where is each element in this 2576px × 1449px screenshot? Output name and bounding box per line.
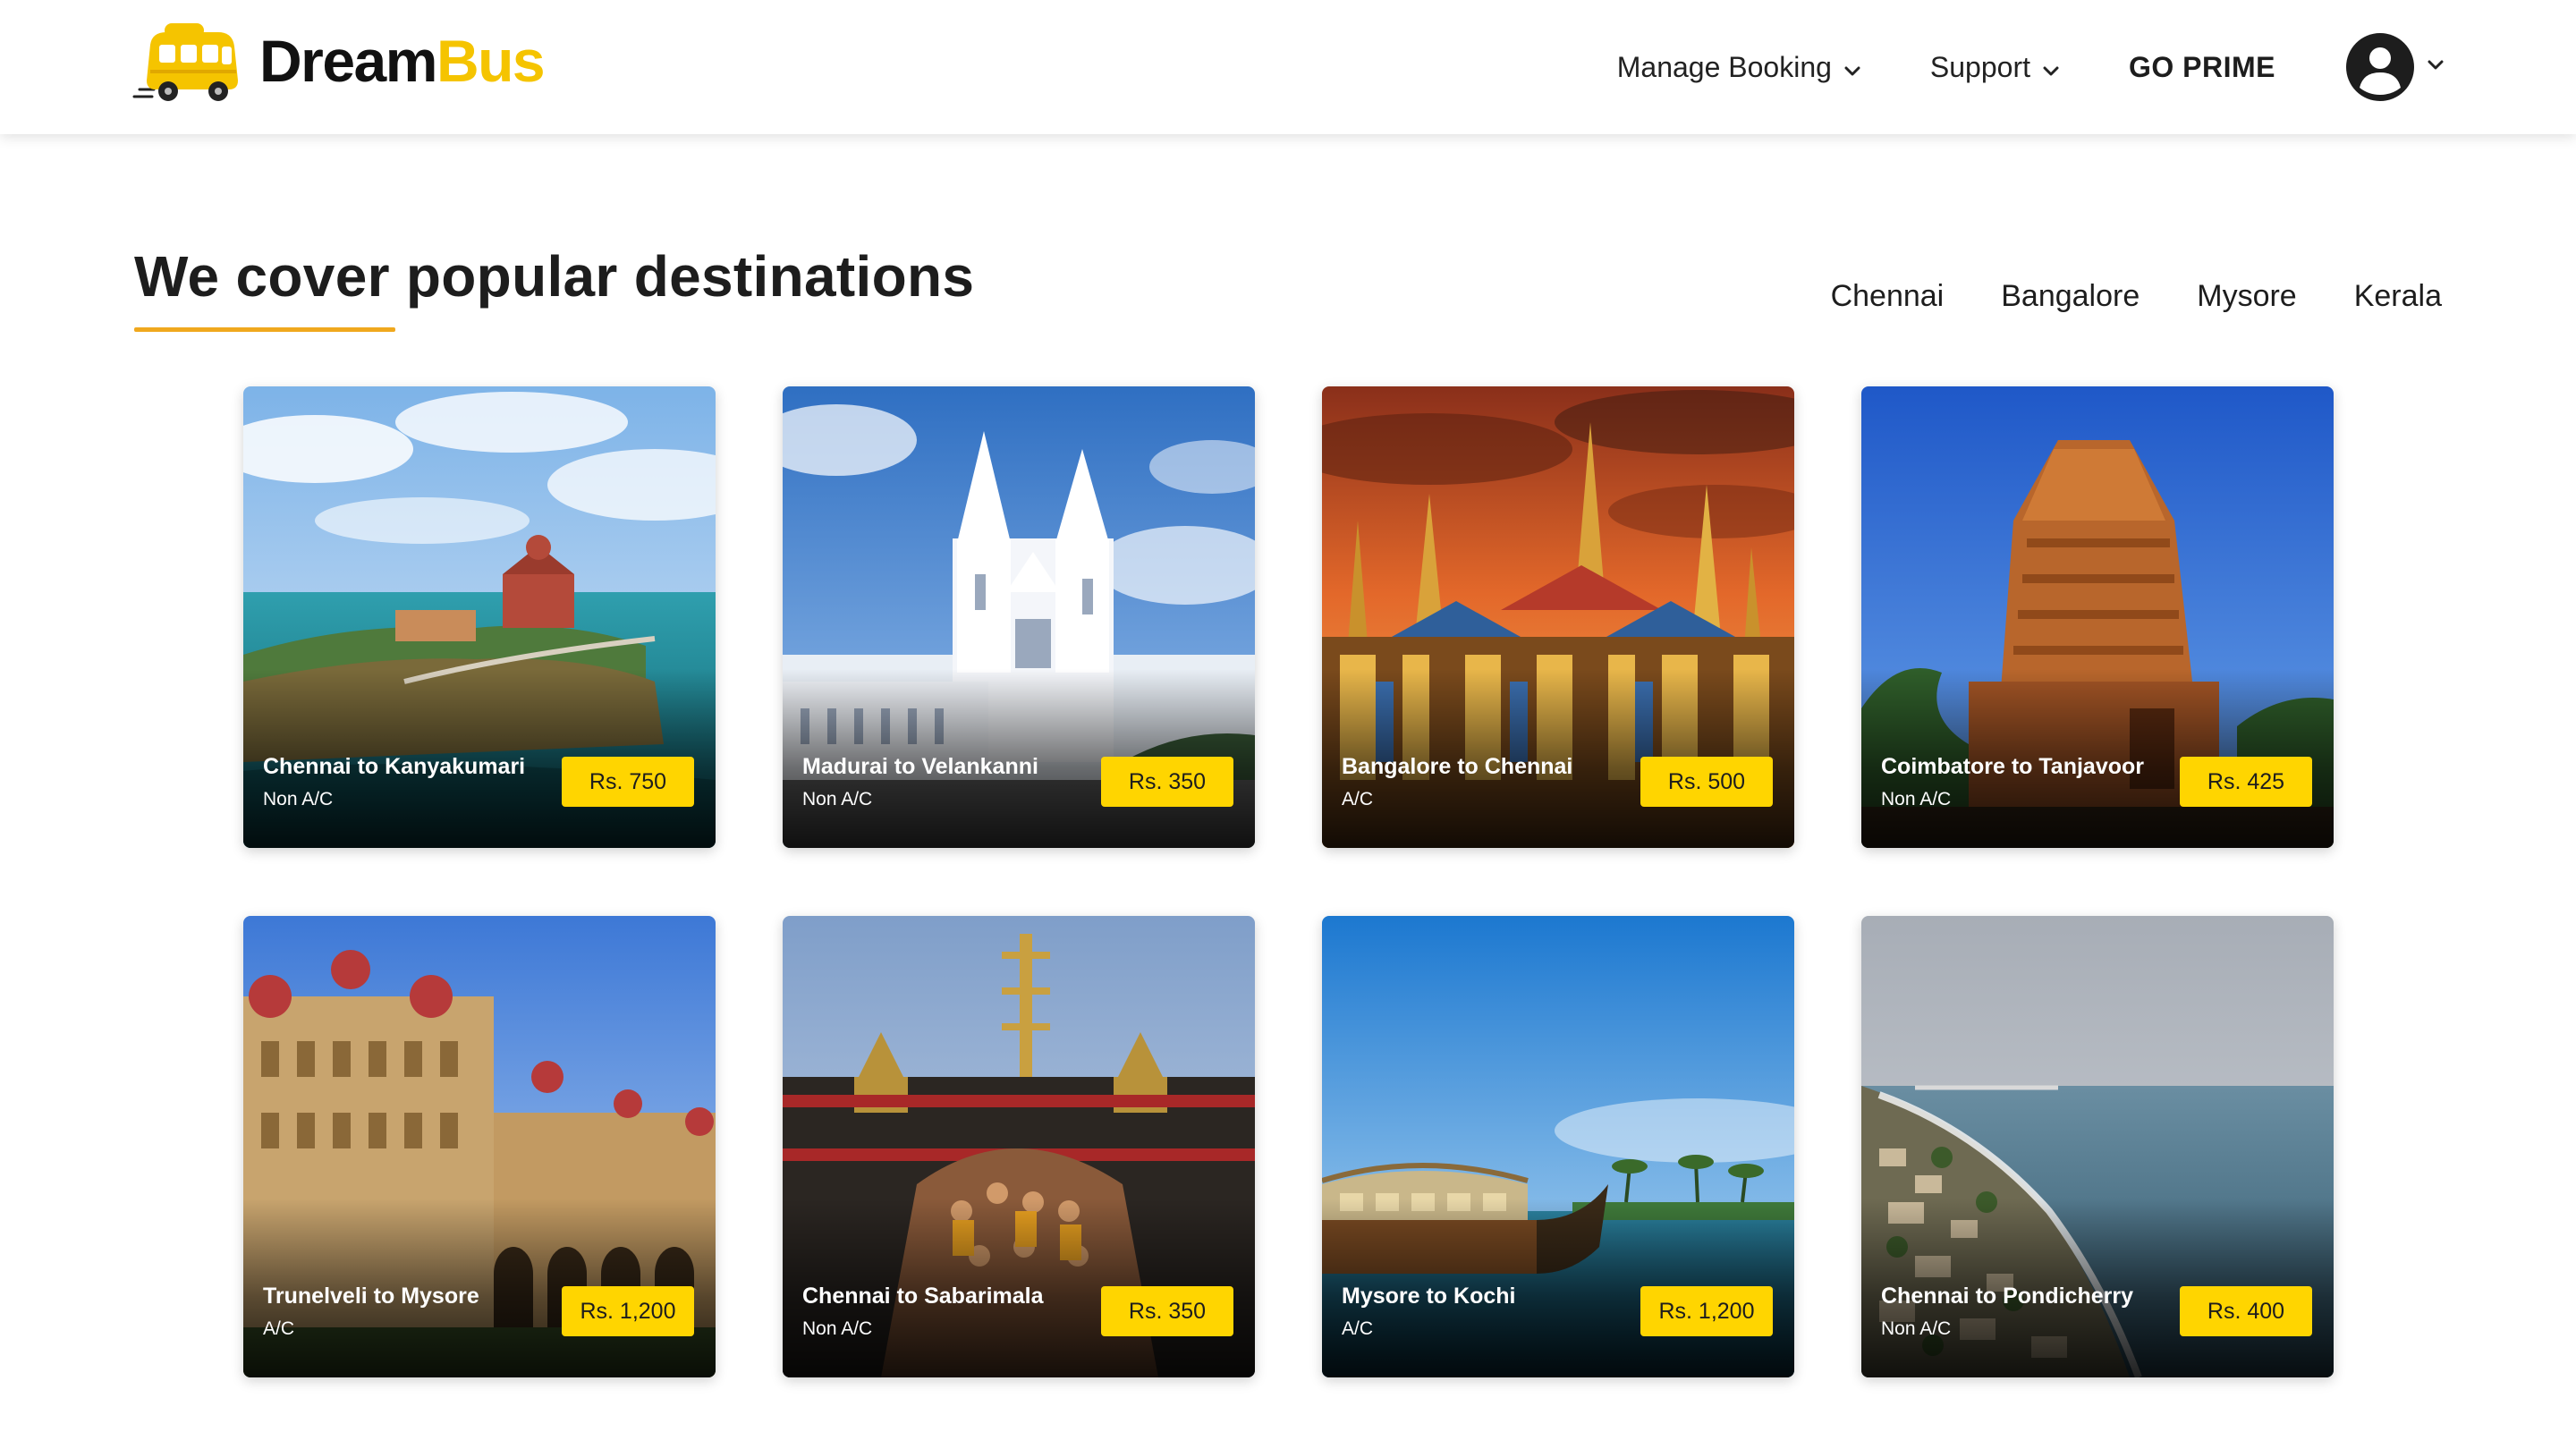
- chevron-down-icon: [2043, 51, 2059, 84]
- user-avatar-icon: [2346, 33, 2414, 101]
- route-name: Bangalore to Chennai: [1342, 754, 1573, 779]
- chevron-down-icon: [1844, 51, 1860, 84]
- account-menu[interactable]: [2345, 32, 2444, 102]
- bus-type: Non A/C: [802, 789, 873, 809]
- tab-bangalore[interactable]: Bangalore: [2001, 279, 2140, 314]
- tab-chennai[interactable]: Chennai: [1831, 279, 1945, 314]
- price-badge[interactable]: Rs. 400: [2180, 1286, 2312, 1336]
- support-label: Support: [1929, 50, 2030, 83]
- bus-type: Non A/C: [1881, 789, 1952, 809]
- price-badge[interactable]: Rs. 350: [1101, 1286, 1233, 1336]
- dreambus-logo[interactable]: DreamBus: [132, 16, 546, 106]
- route-name: Chennai to Kanyakumari: [263, 754, 526, 779]
- manage-booking-menu[interactable]: Manage Booking: [1617, 51, 1860, 84]
- route-name: Trunelveli to Mysore: [263, 1284, 479, 1309]
- support-menu[interactable]: Support: [1930, 51, 2059, 84]
- price-badge[interactable]: Rs. 750: [562, 757, 694, 807]
- price-badge[interactable]: Rs. 1,200: [1640, 1286, 1773, 1336]
- destination-card[interactable]: Mysore to Kochi A/C Rs. 1,200: [1322, 916, 1794, 1377]
- route-name: Chennai to Sabarimala: [802, 1284, 1044, 1309]
- bus-type: Non A/C: [802, 1318, 873, 1339]
- title-underline: [134, 327, 395, 332]
- route-name: Mysore to Kochi: [1342, 1284, 1516, 1309]
- section-title: We cover popular destinations: [134, 244, 975, 309]
- destination-card[interactable]: Chennai to Pondicherry Non A/C Rs. 400: [1861, 916, 2334, 1377]
- brand-name: DreamBus: [259, 31, 546, 90]
- top-navbar: DreamBus Manage Booking Support GO PRIME: [0, 0, 2576, 134]
- destination-card[interactable]: Madurai to Velankanni Non A/C Rs. 350: [783, 386, 1255, 848]
- bus-icon: [132, 23, 238, 101]
- tab-mysore[interactable]: Mysore: [2197, 279, 2296, 314]
- bus-type: A/C: [1342, 789, 1374, 809]
- bus-type: Non A/C: [1881, 1318, 1952, 1339]
- price-badge[interactable]: Rs. 1,200: [562, 1286, 694, 1336]
- destination-card[interactable]: Chennai to Sabarimala Non A/C Rs. 350: [783, 916, 1255, 1377]
- price-badge[interactable]: Rs. 500: [1640, 757, 1773, 807]
- destination-card[interactable]: Chennai to Kanyakumari Non A/C Rs. 750: [243, 386, 716, 848]
- route-name: Chennai to Pondicherry: [1881, 1284, 2133, 1309]
- route-name: Madurai to Velankanni: [802, 754, 1038, 779]
- price-badge[interactable]: Rs. 425: [2180, 757, 2312, 807]
- bus-type: Non A/C: [263, 789, 334, 809]
- bus-type: A/C: [263, 1318, 295, 1339]
- chevron-down-icon: [2428, 59, 2444, 75]
- brand-name-bus: Bus: [436, 28, 546, 94]
- brand-name-dream: Dream: [259, 28, 437, 94]
- go-prime-link[interactable]: GO PRIME: [2129, 51, 2275, 84]
- destination-card[interactable]: Bangalore to Chennai A/C Rs. 500: [1322, 386, 1794, 848]
- bus-type: A/C: [1342, 1318, 1374, 1339]
- price-badge[interactable]: Rs. 350: [1101, 757, 1233, 807]
- manage-booking-label: Manage Booking: [1616, 50, 1832, 83]
- tab-kerala[interactable]: Kerala: [2354, 279, 2442, 314]
- city-filter-tabs: Chennai Bangalore Mysore Kerala: [1774, 279, 2442, 314]
- destination-card[interactable]: Trunelveli to Mysore A/C Rs. 1,200: [243, 916, 716, 1377]
- main-nav: Manage Booking Support GO PRIME: [1617, 0, 2444, 134]
- destination-card[interactable]: Coimbatore to Tanjavoor Non A/C Rs. 425: [1861, 386, 2334, 848]
- route-name: Coimbatore to Tanjavoor: [1881, 754, 2145, 779]
